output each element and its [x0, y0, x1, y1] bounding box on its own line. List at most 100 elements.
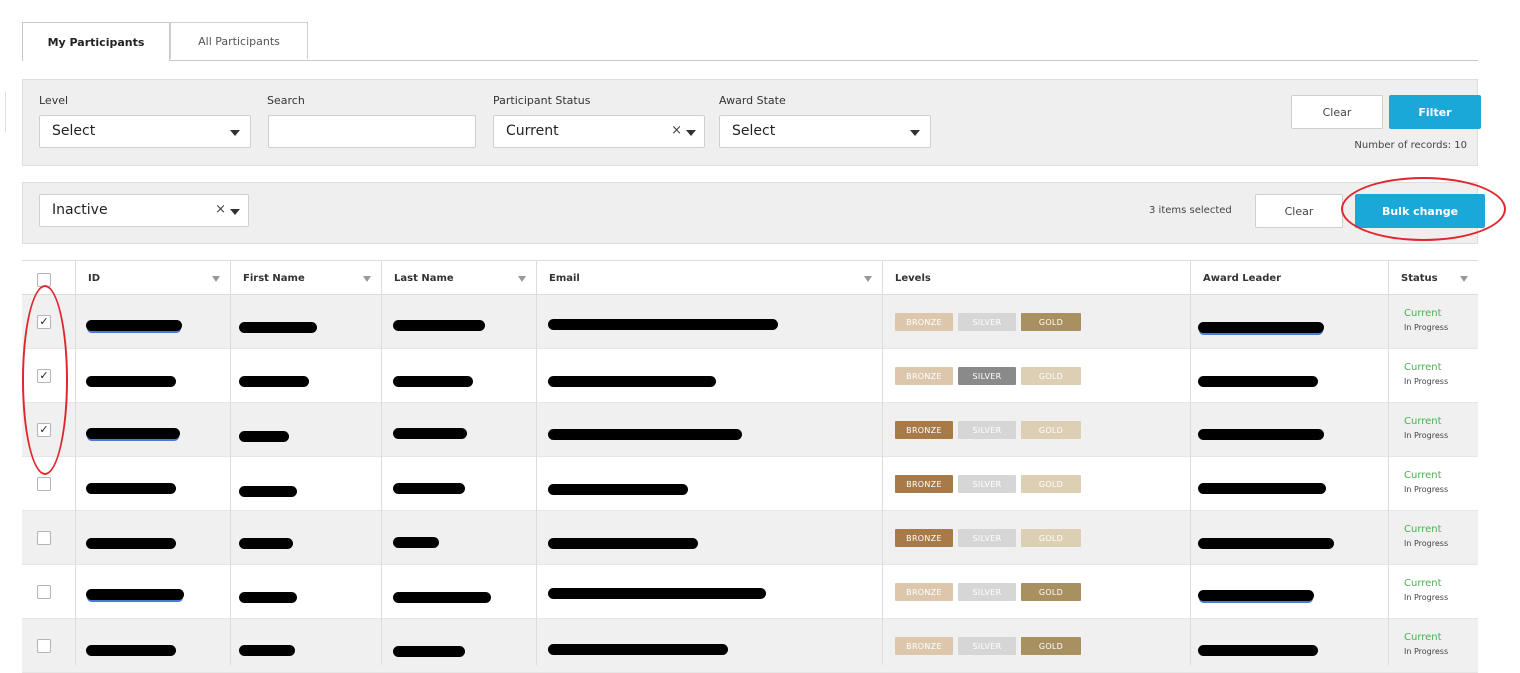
page-edge-line: [5, 92, 6, 132]
level-badge-bronze: BRONZE: [895, 421, 953, 439]
checkmark-icon: ✓: [39, 369, 49, 382]
column-header-first-name[interactable]: First Name: [231, 261, 381, 295]
column-header-levels: Levels: [883, 261, 1190, 295]
level-badge-gold: GOLD: [1021, 367, 1081, 385]
table-row[interactable]: ✓ BRONZE SILVER GOLD Current In Progress: [22, 349, 1478, 403]
bulk-clear-button[interactable]: Clear: [1255, 194, 1343, 228]
bulk-change-button[interactable]: Bulk change: [1355, 194, 1485, 228]
redacted-email[interactable]: [548, 538, 698, 549]
bulk-status-select[interactable]: Inactive ×: [39, 194, 249, 227]
redacted-award-leader: [1198, 429, 1324, 440]
redacted-email[interactable]: [548, 644, 728, 655]
redacted-email[interactable]: [548, 376, 716, 387]
redacted-id[interactable]: [86, 538, 176, 549]
level-badge-gold: GOLD: [1021, 637, 1081, 655]
table-row[interactable]: BRONZE SILVER GOLD Current In Progress: [22, 565, 1478, 619]
table-row[interactable]: ✓ BRONZE SILVER GOLD Current In Progress: [22, 295, 1478, 349]
column-divider: [75, 260, 76, 665]
sub-status-text: In Progress: [1404, 431, 1449, 440]
participant-status-select[interactable]: Current ×: [493, 115, 705, 148]
sort-icon: [363, 276, 371, 282]
tab-all-participants[interactable]: All Participants: [170, 22, 308, 59]
level-badge-silver: SILVER: [958, 421, 1016, 439]
sub-status-text: In Progress: [1404, 539, 1449, 548]
column-header-id[interactable]: ID: [76, 261, 230, 295]
redacted-email[interactable]: [548, 484, 688, 495]
level-badge-bronze: BRONZE: [895, 475, 953, 493]
clear-selection-icon[interactable]: ×: [215, 202, 226, 217]
filter-panel: Level Select Search Participant Status C…: [22, 79, 1481, 166]
redacted-id[interactable]: [86, 645, 176, 656]
level-badge-bronze: BRONZE: [895, 313, 953, 331]
redacted-id[interactable]: [86, 589, 184, 600]
level-badge-silver: SILVER: [958, 313, 1016, 331]
redacted-last-name: [393, 428, 467, 439]
column-header-label: First Name: [243, 273, 305, 284]
redacted-last-name: [393, 592, 491, 603]
redacted-id[interactable]: [86, 428, 180, 439]
row-checkbox[interactable]: ✓: [37, 315, 51, 329]
redacted-award-leader: [1198, 538, 1334, 549]
level-badge-gold: GOLD: [1021, 529, 1081, 547]
level-badge-bronze: BRONZE: [895, 367, 953, 385]
row-checkbox[interactable]: ✓: [37, 423, 51, 437]
redacted-first-name: [239, 376, 309, 387]
level-badge-silver: SILVER: [958, 367, 1016, 385]
sub-status-text: In Progress: [1404, 593, 1449, 602]
redacted-email[interactable]: [548, 429, 742, 440]
column-header-last-name[interactable]: Last Name: [382, 261, 536, 295]
checkmark-icon: ✓: [39, 315, 49, 328]
row-checkbox[interactable]: [37, 531, 51, 545]
sub-status-text: In Progress: [1404, 647, 1449, 656]
redacted-first-name: [239, 592, 297, 603]
table-row[interactable]: BRONZE SILVER GOLD Current In Progress: [22, 457, 1478, 511]
column-header-status[interactable]: Status: [1389, 261, 1478, 295]
search-input[interactable]: [268, 115, 476, 148]
level-badge-bronze: BRONZE: [895, 529, 953, 547]
redacted-last-name: [393, 483, 465, 494]
level-badge-gold: GOLD: [1021, 583, 1081, 601]
sub-status-text: In Progress: [1404, 377, 1449, 386]
select-all-checkbox[interactable]: [37, 273, 51, 287]
column-header-label: ID: [88, 273, 101, 284]
filter-clear-button[interactable]: Clear: [1291, 95, 1383, 129]
column-divider: [1388, 260, 1389, 665]
level-badge-bronze: BRONZE: [895, 583, 953, 601]
award-state-select[interactable]: Select: [719, 115, 931, 148]
level-select[interactable]: Select: [39, 115, 251, 148]
participants-table: ID First Name Last Name Email Levels Awa…: [22, 260, 1478, 673]
row-checkbox[interactable]: [37, 585, 51, 599]
records-count: Number of records: 10: [1354, 140, 1467, 151]
redacted-id[interactable]: [86, 376, 176, 387]
column-header-email[interactable]: Email: [537, 261, 882, 295]
row-checkbox[interactable]: [37, 477, 51, 491]
status-text: Current: [1404, 308, 1442, 319]
award-state-value: Select: [732, 123, 776, 139]
filter-button[interactable]: Filter: [1389, 95, 1481, 129]
column-header-label: Email: [549, 273, 580, 284]
status-text: Current: [1404, 470, 1442, 481]
row-checkbox[interactable]: [37, 639, 51, 653]
tab-my-participants[interactable]: My Participants: [22, 22, 170, 61]
redacted-email[interactable]: [548, 588, 766, 599]
clear-selection-icon[interactable]: ×: [671, 123, 682, 138]
row-checkbox[interactable]: ✓: [37, 369, 51, 383]
column-divider: [536, 260, 537, 665]
checkmark-icon: ✓: [39, 423, 49, 436]
sort-icon: [864, 276, 872, 282]
redacted-email[interactable]: [548, 319, 778, 330]
column-header-award-leader: Award Leader: [1191, 261, 1388, 295]
redacted-id[interactable]: [86, 483, 176, 494]
column-divider: [230, 260, 231, 665]
redacted-first-name: [239, 538, 293, 549]
table-row[interactable]: BRONZE SILVER GOLD Current In Progress: [22, 511, 1478, 565]
redacted-first-name: [239, 486, 297, 497]
table-row[interactable]: ✓ BRONZE SILVER GOLD Current In Progress: [22, 403, 1478, 457]
status-text: Current: [1404, 524, 1442, 535]
redacted-first-name: [239, 645, 295, 656]
column-header-label: Last Name: [394, 273, 454, 284]
column-divider: [882, 260, 883, 665]
redacted-last-name: [393, 646, 465, 657]
column-divider: [381, 260, 382, 665]
redacted-id[interactable]: [86, 320, 182, 331]
